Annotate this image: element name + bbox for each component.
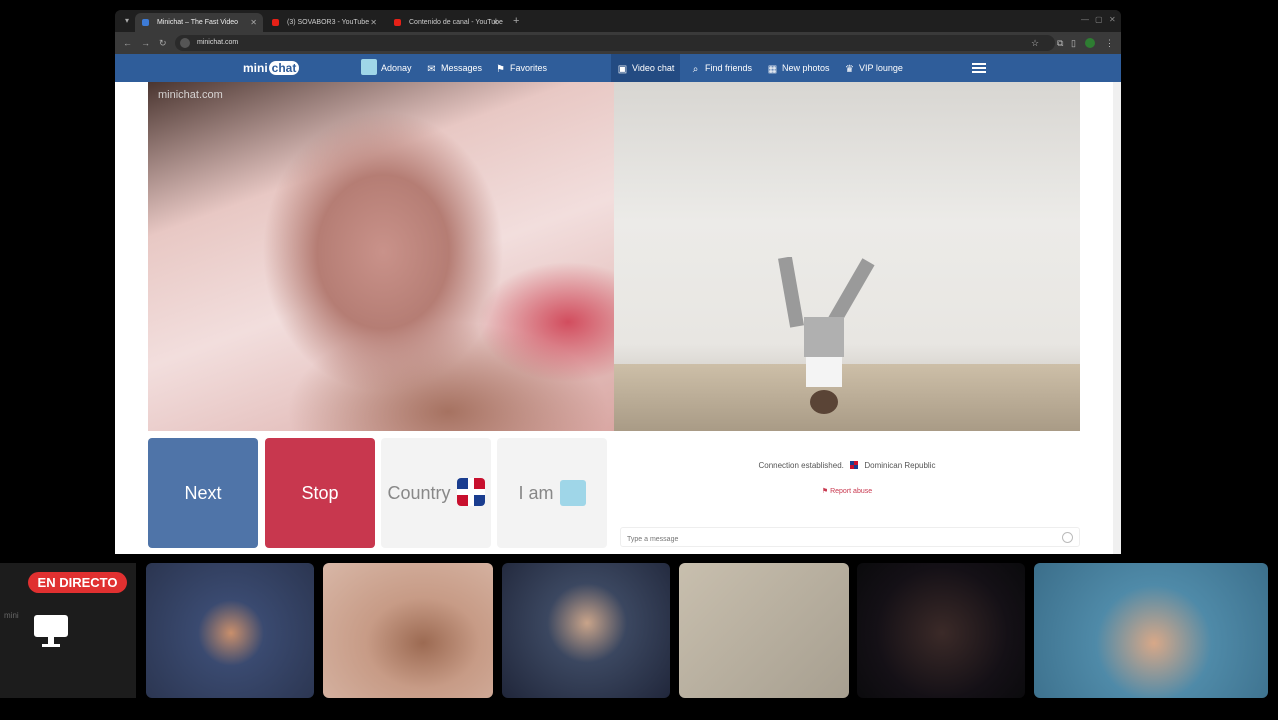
youtube-favicon-icon xyxy=(272,19,279,26)
dominican-flag-icon xyxy=(850,461,859,469)
user-avatar-icon xyxy=(361,59,377,75)
next-button[interactable]: Next xyxy=(148,438,258,548)
nav-label: VIP lounge xyxy=(859,63,903,73)
browser-toolbar: ← → ↻ minichat.com ☆ ⧉ ▯ ⋮ xyxy=(115,32,1121,54)
dominican-flag-icon xyxy=(456,478,485,506)
participant-tile-2 xyxy=(323,563,493,698)
search-icon: ⌕ xyxy=(692,64,699,75)
minichat-favicon-icon xyxy=(142,19,149,26)
partner-video: minichat.com xyxy=(148,82,614,431)
gender-button[interactable]: I am xyxy=(497,438,607,548)
bookmark-icon: ⚑ xyxy=(496,64,505,75)
participant-tile-3 xyxy=(502,563,670,698)
photos-grid-icon: ▦ xyxy=(767,64,778,75)
minichat-page: mini chat Adonay ✉ Messages ⚑ Favorites ▣ Vi… xyxy=(115,54,1121,554)
nav-find-friends[interactable]: ⌕ Find friends xyxy=(690,54,752,82)
browser-window: ▾ Minichat – The Fast Video ✕ (3) SOVABO… xyxy=(115,10,1121,554)
connection-text: Connection established. xyxy=(758,461,844,470)
tab-label: Minichat – The Fast Video xyxy=(157,19,239,26)
hamburger-menu-icon[interactable] xyxy=(972,61,986,75)
person-avatar-icon xyxy=(559,480,586,506)
country-label: Country xyxy=(387,483,451,503)
nav-profile-adonay[interactable]: Adonay xyxy=(361,54,412,82)
minichat-watermark: minichat.com xyxy=(158,89,223,101)
close-tab-icon[interactable]: ✕ xyxy=(250,13,257,32)
chat-bubble-icon: ▣ xyxy=(617,64,628,75)
nav-favorites[interactable]: ⚑ Favorites xyxy=(495,54,547,82)
nav-label: New photos xyxy=(782,63,830,73)
nav-video-chat[interactable]: ▣ Video chat xyxy=(611,54,681,82)
logo-chat-text: chat xyxy=(268,61,300,75)
nav-label: Adonay xyxy=(381,63,412,73)
close-tab-icon[interactable]: ✕ xyxy=(492,13,499,32)
emoji-icon[interactable] xyxy=(1062,532,1073,543)
flag-icon: ⚑ xyxy=(821,488,829,495)
person-silhouette xyxy=(778,257,875,414)
browser-menu-icon[interactable]: ⋮ xyxy=(1105,37,1114,49)
forward-icon[interactable]: → xyxy=(141,37,150,49)
close-window-icon[interactable]: ✕ xyxy=(1109,15,1116,24)
live-badge: EN DIRECTO xyxy=(28,572,127,593)
new-tab-icon[interactable]: + xyxy=(513,13,519,29)
tab-label: (3) SOVABOR3 - YouTube xyxy=(287,19,370,26)
connection-status: Connection established. Dominican Republ… xyxy=(614,461,1080,470)
crown-icon: ♛ xyxy=(845,64,854,75)
page-scrollbar[interactable] xyxy=(1113,82,1121,554)
sidebar-icon[interactable]: ▯ xyxy=(1071,37,1076,49)
tab-minichat[interactable]: Minichat – The Fast Video ✕ xyxy=(135,13,263,32)
self-video xyxy=(614,82,1080,431)
profile-avatar[interactable] xyxy=(1085,38,1095,48)
country-button[interactable]: Country xyxy=(381,438,491,548)
reload-icon[interactable]: ↻ xyxy=(159,37,167,49)
nav-label: Find friends xyxy=(705,63,753,73)
monitor-base-shape xyxy=(42,644,60,647)
nav-label: Video chat xyxy=(632,63,675,73)
close-tab-icon[interactable]: ✕ xyxy=(370,13,377,32)
tab-youtube-channel[interactable]: (3) SOVABOR3 - YouTube ✕ xyxy=(265,13,383,32)
tab-youtube-content[interactable]: Contenido de canal - YouTube ✕ xyxy=(387,13,505,32)
nav-vip-lounge[interactable]: ♛ VIP lounge xyxy=(844,54,903,82)
participant-tile-1 xyxy=(146,563,314,698)
thumbnail-text: mini xyxy=(4,611,19,620)
chat-panel: Connection established. Dominican Republ… xyxy=(614,431,1080,554)
back-icon[interactable]: ← xyxy=(123,37,132,49)
tab-label: Contenido de canal - YouTube xyxy=(409,19,503,26)
stop-button[interactable]: Stop xyxy=(265,438,375,548)
bookmark-star-icon[interactable]: ☆ xyxy=(1031,37,1039,49)
envelope-icon: ✉ xyxy=(427,64,436,75)
nav-new-photos[interactable]: ▦ New photos xyxy=(767,54,830,82)
tab-strip: ▾ Minichat – The Fast Video ✕ (3) SOVABO… xyxy=(115,10,1121,32)
minichat-logo[interactable]: mini chat xyxy=(243,59,300,77)
site-info-icon[interactable] xyxy=(180,38,190,48)
maximize-icon[interactable]: ▢ xyxy=(1095,15,1103,24)
nav-label: Favorites xyxy=(510,63,548,73)
extensions-icon[interactable]: ⧉ xyxy=(1057,37,1063,49)
report-label: Report abuse xyxy=(830,488,873,495)
youtube-favicon-icon xyxy=(394,19,401,26)
nav-label: Messages xyxy=(441,63,483,73)
iam-label: I am xyxy=(518,483,554,503)
partner-country: Dominican Republic xyxy=(864,461,936,470)
logo-mini-text: mini xyxy=(243,61,268,75)
participant-tile-4 xyxy=(679,563,849,698)
nav-messages[interactable]: ✉ Messages xyxy=(426,54,482,82)
message-field[interactable] xyxy=(620,527,1080,550)
minimize-icon[interactable]: — xyxy=(1081,15,1089,24)
participant-tile-5 xyxy=(857,563,1025,698)
message-input[interactable] xyxy=(621,529,1049,550)
participant-tile-6 xyxy=(1034,563,1268,698)
report-abuse-link[interactable]: ⚑ Report abuse xyxy=(614,487,1080,495)
monitor-icon xyxy=(34,615,68,637)
tab-search-icon[interactable]: ▾ xyxy=(121,15,133,27)
site-navbar: mini chat Adonay ✉ Messages ⚑ Favorites ▣ Vi… xyxy=(115,54,1121,82)
url-text: minichat.com xyxy=(197,39,239,46)
address-bar[interactable]: minichat.com xyxy=(175,35,1055,51)
